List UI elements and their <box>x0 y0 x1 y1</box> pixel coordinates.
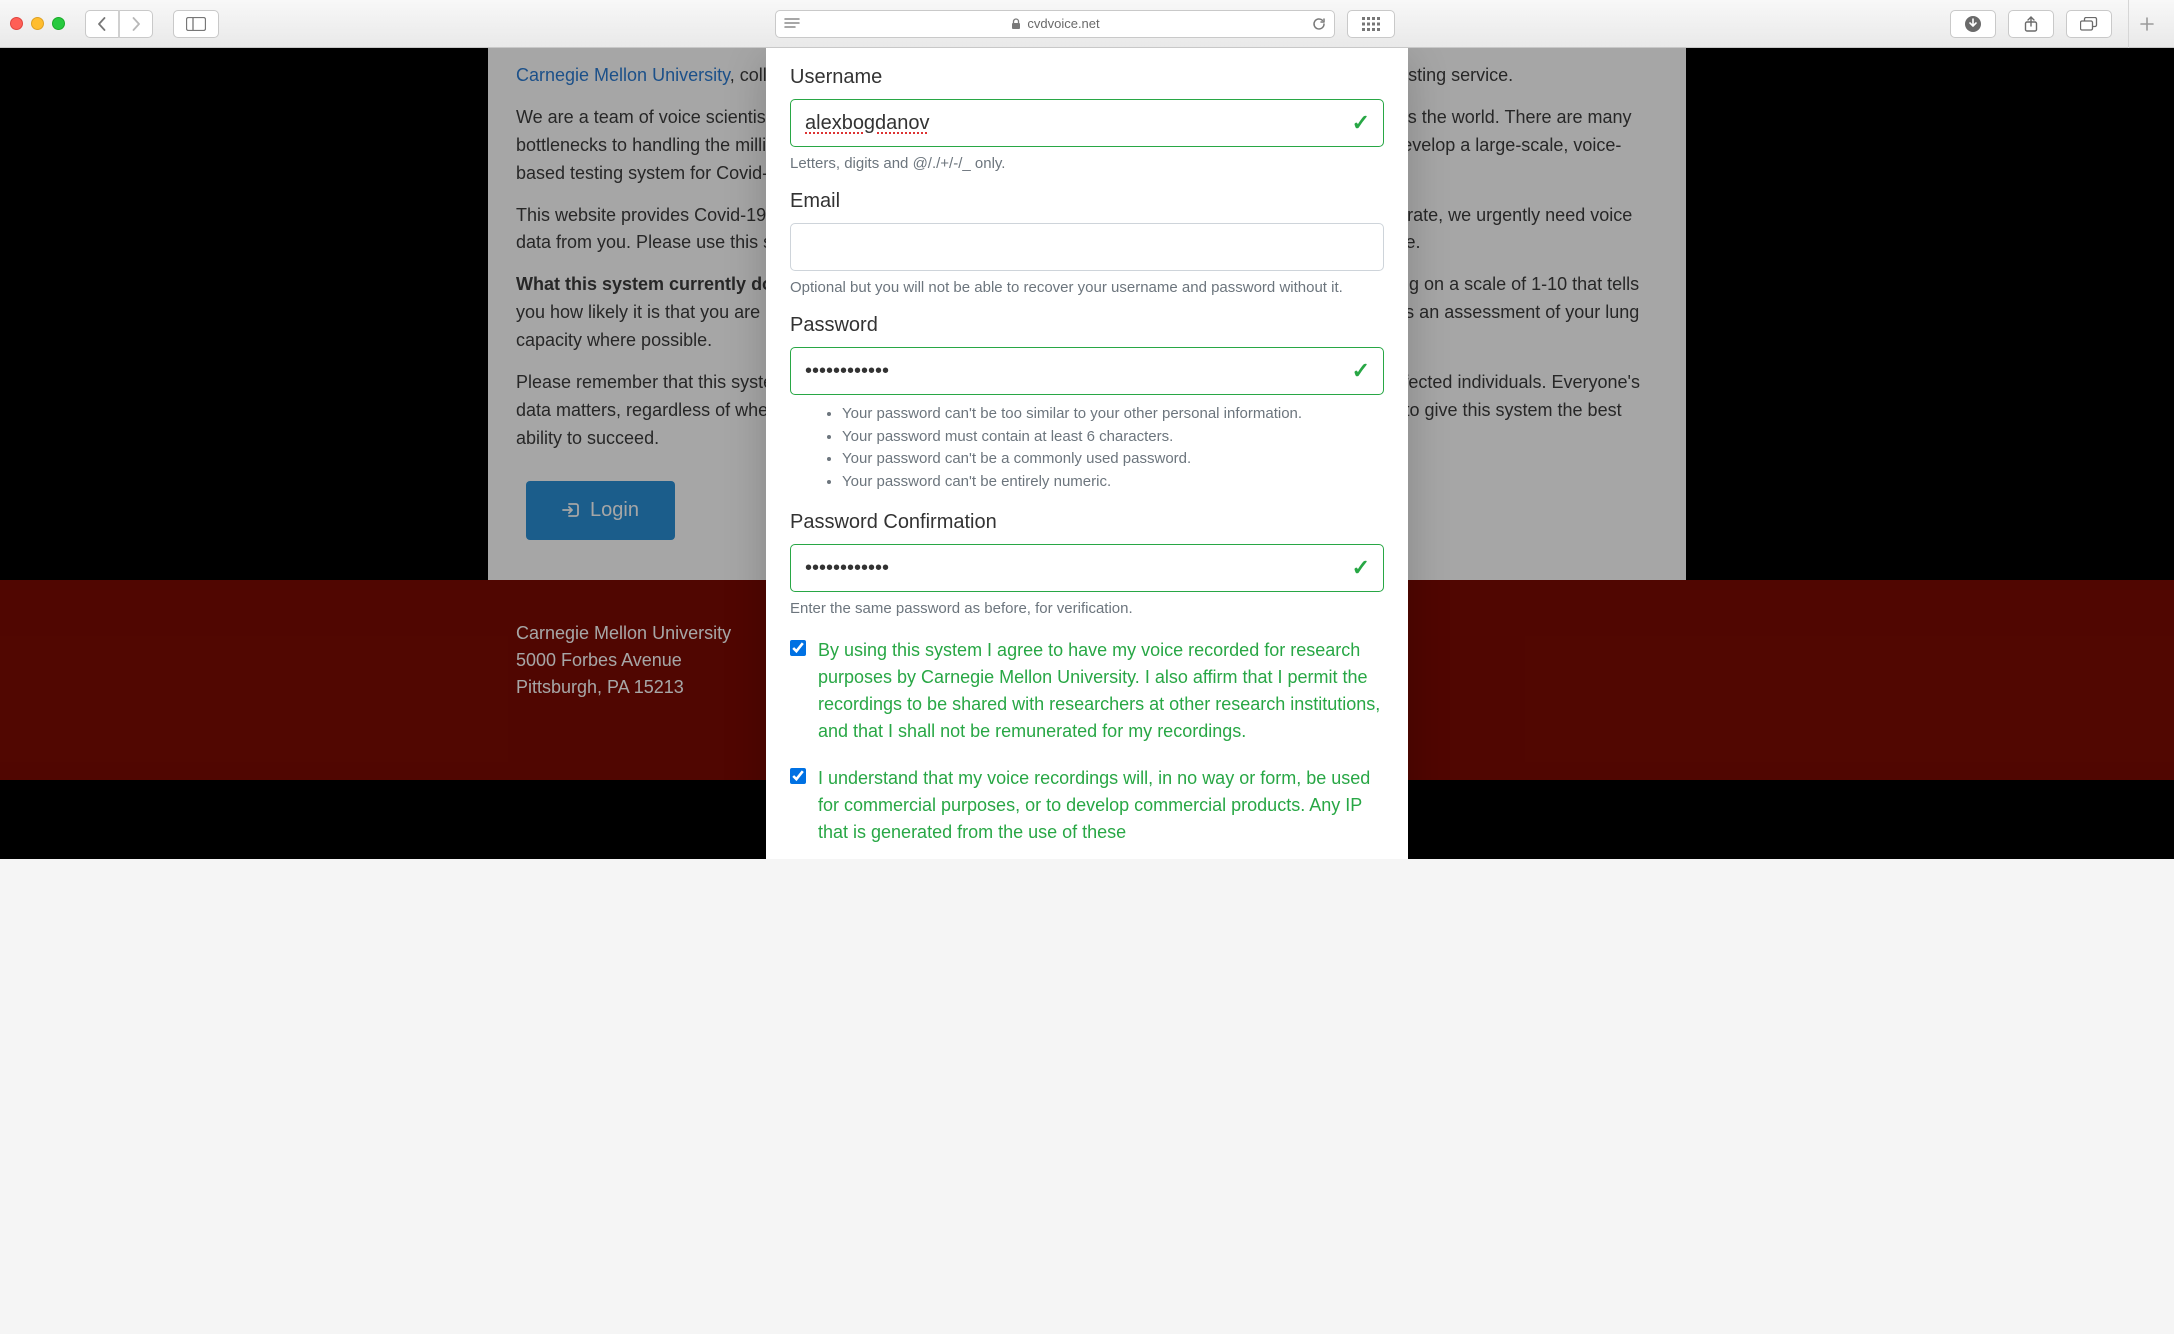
top-sites-button[interactable] <box>1347 10 1395 38</box>
agree1-checkbox[interactable] <box>790 640 806 656</box>
minimize-window-button[interactable] <box>31 17 44 30</box>
reload-icon[interactable] <box>1312 17 1326 31</box>
forward-button[interactable] <box>119 10 153 38</box>
downloads-button[interactable] <box>1950 10 1996 38</box>
email-label: Email <box>790 190 1384 213</box>
page-viewport: Carnegie Mellon University, collectively… <box>0 48 2174 859</box>
lock-icon <box>1011 18 1021 30</box>
agree2-label[interactable]: I understand that my voice recordings wi… <box>818 765 1384 846</box>
agree2-checkbox[interactable] <box>790 768 806 784</box>
new-tab-button[interactable] <box>2128 0 2164 48</box>
username-label: Username <box>790 66 1384 89</box>
password-req-item: Your password can't be a commonly used p… <box>842 448 1384 471</box>
email-input[interactable] <box>790 223 1384 271</box>
password-input[interactable] <box>790 347 1384 395</box>
confirm-input[interactable] <box>790 544 1384 592</box>
username-input[interactable] <box>790 99 1384 147</box>
close-window-button[interactable] <box>10 17 23 30</box>
password-req-item: Your password must contain at least 6 ch… <box>842 426 1384 449</box>
window-controls <box>10 17 65 30</box>
password-req-item: Your password can't be entirely numeric. <box>842 471 1384 494</box>
password-requirements: Your password can't be too similar to yo… <box>790 403 1384 493</box>
maximize-window-button[interactable] <box>52 17 65 30</box>
signup-modal: Username Letters, digits and @/./+/-/_ o… <box>766 48 1408 859</box>
agree1-label[interactable]: By using this system I agree to have my … <box>818 637 1384 745</box>
browser-toolbar: cvdvoice.net <box>0 0 2174 48</box>
password-req-item: Your password can't be too similar to yo… <box>842 403 1384 426</box>
reader-mode-icon[interactable] <box>784 18 800 30</box>
confirm-help: Enter the same password as before, for v… <box>790 600 1384 617</box>
back-button[interactable] <box>85 10 119 38</box>
email-help: Optional but you will not be able to rec… <box>790 279 1384 296</box>
confirm-label: Password Confirmation <box>790 511 1384 534</box>
password-label: Password <box>790 314 1384 337</box>
url-text: cvdvoice.net <box>1027 16 1099 31</box>
sidebar-toggle-button[interactable] <box>173 10 219 38</box>
username-help: Letters, digits and @/./+/-/_ only. <box>790 155 1384 172</box>
address-bar[interactable]: cvdvoice.net <box>775 10 1335 38</box>
share-button[interactable] <box>2008 10 2054 38</box>
tabs-button[interactable] <box>2066 10 2112 38</box>
